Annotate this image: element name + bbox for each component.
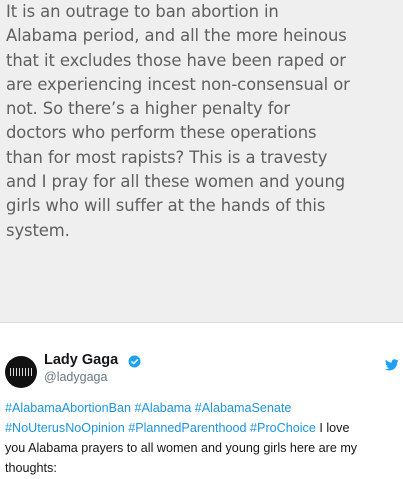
tweet-card: Lady Gaga @ladygaga #AlabamaAbortionBan … [0,323,403,479]
notes-line: and I pray for all these women and young [6,172,346,192]
tweet-text-segment: thoughts: [5,461,57,475]
notes-line: Alabama period, and all the more heinous [6,26,347,46]
notes-text-panel: It is an outrage to ban abortion in Alab… [0,0,403,322]
notes-line: not. So there’s a higher penalty for [6,99,290,119]
notes-line: system. [6,220,70,240]
twitter-bird-icon[interactable] [385,359,399,371]
hashtag-link[interactable]: #NoUterusNoOpinion [5,421,125,435]
screenshot-composite: It is an outrage to ban abortion in Alab… [0,0,403,479]
tweet-text-segment: you Alabama prayers to all women and you… [5,441,358,455]
display-name[interactable]: Lady Gaga [44,352,118,368]
notes-line: that it excludes those have been raped o… [6,50,346,70]
notes-statement: It is an outrage to ban abortion in Alab… [6,0,401,243]
hashtag-link[interactable]: #AlabamaSenate [195,401,292,415]
hashtag-link[interactable]: #Alabama [135,401,192,415]
verified-badge-icon [128,355,141,368]
user-handle[interactable]: @ladygaga [44,370,107,384]
hashtag-link[interactable]: #PlannedParenthood [128,421,246,435]
notes-line: doctors who perform these operations [6,123,317,143]
tweet-text: #AlabamaAbortionBan #Alabama #AlabamaSen… [5,398,403,478]
hashtag-link[interactable]: #ProChoice [250,421,316,435]
tweet-text-segment: I love [315,421,350,435]
avatar-logo-icon [10,368,32,376]
notes-line: girls who will suffer at the hands of th… [6,196,326,216]
notes-line: are experiencing incest non-consensual o… [6,74,350,94]
avatar[interactable] [5,356,37,388]
hashtag-link[interactable]: #AlabamaAbortionBan [5,401,131,415]
notes-line: than for most rapists? This is a travest… [6,147,328,167]
notes-line: It is an outrage to ban abortion in [6,2,279,21]
